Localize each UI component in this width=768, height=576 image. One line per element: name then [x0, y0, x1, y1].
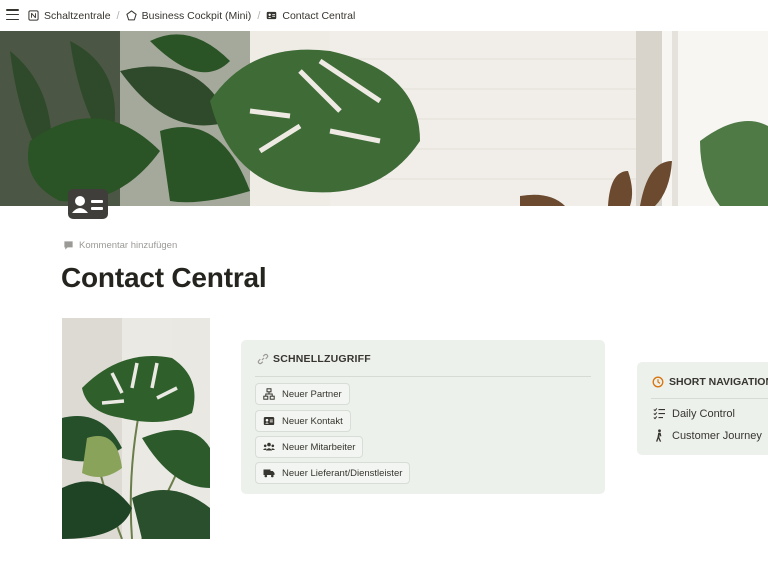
add-comment-button[interactable]: Kommentar hinzufügen: [63, 240, 177, 251]
link-label: Daily Control: [672, 407, 735, 420]
button-label: Neuer Partner: [282, 388, 342, 400]
breadcrumb-item-business-cockpit[interactable]: Business Cockpit (Mini): [126, 9, 252, 22]
contact-card-icon: [263, 417, 275, 425]
breadcrumb-label: Contact Central: [282, 9, 356, 22]
checklist-icon: [653, 408, 665, 420]
daily-control-link[interactable]: Daily Control: [653, 407, 735, 420]
new-partner-button[interactable]: Neuer Partner: [255, 383, 350, 405]
quick-access-heading-text: SCHNELLZUGRIFF: [273, 353, 371, 365]
quick-access-callout: SCHNELLZUGRIFF Neuer Partner Neuer Konta…: [241, 340, 605, 494]
link-icon: [257, 353, 269, 365]
breadcrumb-label: Business Cockpit (Mini): [141, 9, 252, 22]
quick-access-heading: SCHNELLZUGRIFF: [257, 353, 371, 365]
walking-person-icon: [656, 429, 662, 442]
customer-journey-link[interactable]: Customer Journey: [653, 429, 762, 442]
add-comment-label: Kommentar hinzufügen: [79, 240, 178, 251]
breadcrumb-separator: /: [116, 9, 120, 22]
breadcrumb-label: Schaltzentrale: [44, 9, 111, 22]
top-bar: Schaltzentrale / Business Cockpit (Mini)…: [0, 0, 768, 31]
notion-logo-icon: [28, 10, 39, 21]
page-title[interactable]: Contact Central: [61, 262, 267, 294]
truck-icon: [263, 469, 275, 478]
sidebar-menu-icon[interactable]: [6, 9, 19, 21]
breadcrumb-item-schaltzentrale[interactable]: Schaltzentrale: [28, 10, 111, 22]
breadcrumb-item-contact-central[interactable]: Contact Central: [266, 10, 355, 22]
contact-card-icon[interactable]: [66, 186, 110, 222]
breadcrumb: Schaltzentrale / Business Cockpit (Mini)…: [28, 0, 355, 31]
button-label: Neuer Mitarbeiter: [282, 441, 356, 453]
short-navigation-callout: SHORT NAVIGATION Daily Control Customer …: [637, 362, 768, 455]
clock-icon: [652, 376, 664, 388]
divider: [651, 398, 768, 399]
divider: [255, 376, 591, 377]
short-navigation-heading-text: SHORT NAVIGATION: [669, 376, 768, 388]
button-label: Neuer Lieferant/Dienstleister: [282, 467, 403, 479]
org-chart-icon: [263, 388, 275, 400]
link-label: Customer Journey: [672, 429, 762, 442]
breadcrumb-separator: /: [257, 9, 261, 22]
new-employee-button[interactable]: Neuer Mitarbeiter: [255, 436, 364, 458]
new-contact-button[interactable]: Neuer Kontakt: [255, 410, 351, 432]
comment-icon: [64, 241, 73, 250]
people-icon: [263, 442, 275, 451]
short-navigation-heading: SHORT NAVIGATION: [652, 376, 768, 388]
cover-image: [0, 31, 768, 206]
contact-card-icon: [267, 11, 277, 20]
monstera-plant-image: [62, 318, 210, 539]
button-label: Neuer Kontakt: [282, 415, 343, 427]
new-supplier-button[interactable]: Neuer Lieferant/Dienstleister: [255, 462, 411, 484]
pentagon-icon: [126, 10, 137, 21]
